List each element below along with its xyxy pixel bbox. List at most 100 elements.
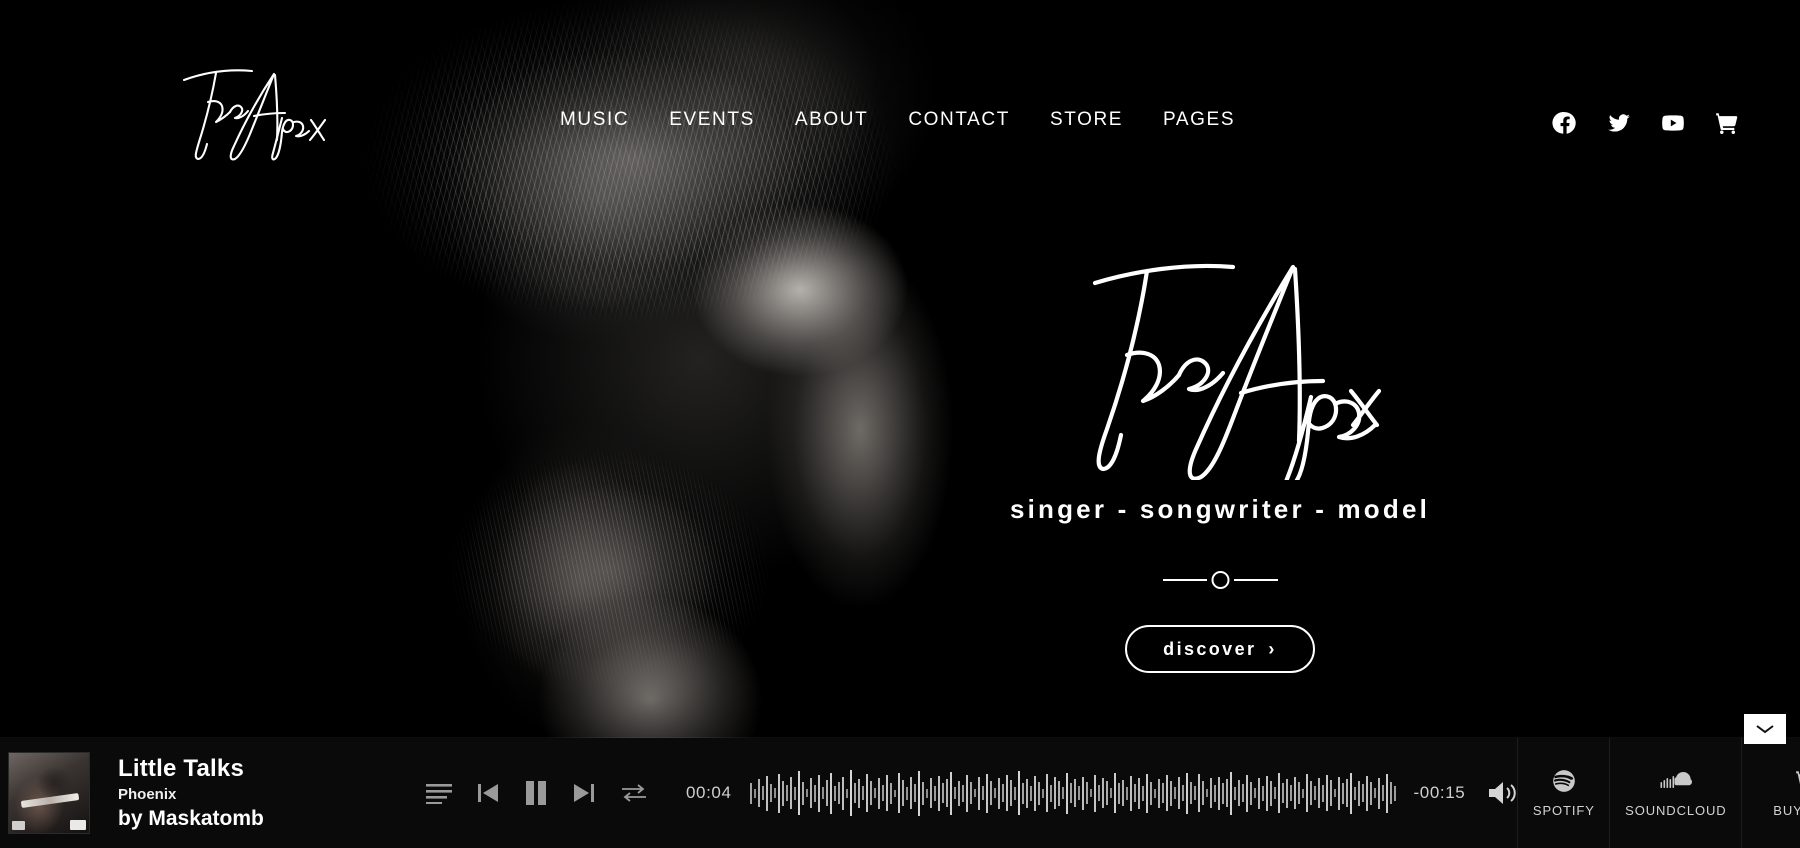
nav-item-store[interactable]: STORE bbox=[1050, 110, 1123, 129]
waveform-bar bbox=[1193, 786, 1196, 800]
hero-divider bbox=[1162, 571, 1278, 589]
waveform-bar bbox=[933, 785, 936, 801]
repeat-button[interactable] bbox=[620, 782, 648, 804]
nav-item-pages[interactable]: PAGES bbox=[1163, 110, 1235, 129]
waveform-bar bbox=[1065, 772, 1068, 814]
waveform-bar bbox=[1097, 785, 1100, 801]
waveform-bar bbox=[1121, 780, 1124, 806]
soundcloud-link[interactable]: SOUNDCLOUD bbox=[1609, 738, 1741, 848]
waveform-bar bbox=[1001, 784, 1004, 802]
site-header: MUSIC EVENTS ABOUT CONTACT STORE PAGES bbox=[0, 0, 1800, 190]
waveform-bar bbox=[925, 788, 928, 798]
waveform-bar bbox=[969, 782, 972, 804]
waveform-bar bbox=[1021, 782, 1024, 804]
waveform-bar bbox=[1233, 786, 1236, 800]
next-button[interactable] bbox=[572, 781, 596, 805]
main-navigation: MUSIC EVENTS ABOUT CONTACT STORE PAGES bbox=[560, 110, 1235, 129]
waveform-bar bbox=[1225, 779, 1228, 807]
waveform-bar bbox=[1069, 783, 1072, 803]
discover-button[interactable]: discover › bbox=[1125, 625, 1315, 673]
waveform-bar bbox=[1293, 777, 1296, 809]
nav-item-about[interactable]: ABOUT bbox=[795, 110, 868, 129]
spotify-link[interactable]: SPOTIFY bbox=[1517, 738, 1609, 848]
brand-logo[interactable] bbox=[172, 58, 332, 168]
waveform-bar bbox=[1309, 781, 1312, 805]
waveform-bar bbox=[1029, 785, 1032, 801]
waveform-bar bbox=[1209, 778, 1212, 808]
waveform-bar bbox=[1005, 775, 1008, 811]
collapse-player-button[interactable] bbox=[1744, 714, 1786, 744]
waveform-bar bbox=[797, 771, 800, 815]
waveform-bar bbox=[885, 775, 888, 811]
elapsed-time: 00:04 bbox=[686, 783, 732, 802]
hero-logo-signature bbox=[1092, 263, 1382, 480]
facebook-icon bbox=[1552, 112, 1576, 134]
waveform-bar bbox=[765, 775, 768, 811]
nav-item-events[interactable]: EVENTS bbox=[669, 110, 755, 129]
album-art-badge bbox=[12, 821, 25, 830]
twitter-icon bbox=[1608, 114, 1630, 132]
waveform-bar bbox=[973, 789, 976, 797]
waveform-bar bbox=[1165, 775, 1168, 811]
cart-link[interactable] bbox=[1714, 110, 1740, 136]
album-art[interactable] bbox=[8, 752, 90, 834]
volume-button[interactable] bbox=[1487, 780, 1517, 806]
waveform-bar bbox=[781, 780, 784, 806]
waveform-bar bbox=[1377, 777, 1380, 809]
waveform-bar bbox=[1345, 779, 1348, 807]
waveform-bar bbox=[1289, 785, 1292, 801]
hero-tagline: singer - songwriter - model bbox=[1009, 494, 1431, 524]
waveform-bar bbox=[941, 783, 944, 803]
waveform-bar bbox=[1173, 787, 1176, 799]
track-artist: by Maskatomb bbox=[118, 806, 264, 830]
waveform-bar bbox=[921, 781, 924, 805]
waveform-bar bbox=[1265, 775, 1268, 811]
waveform-bar bbox=[1037, 781, 1040, 805]
soundcloud-label: SOUNDCLOUD bbox=[1625, 803, 1727, 818]
waveform-bar bbox=[753, 788, 756, 798]
waveform-bar bbox=[1389, 782, 1392, 804]
waveform-bar bbox=[1221, 782, 1224, 804]
playlist-button[interactable] bbox=[426, 782, 452, 804]
nav-item-music[interactable]: MUSIC bbox=[560, 110, 629, 129]
cart-icon bbox=[1796, 771, 1800, 783]
buy-now-link[interactable]: BUY NOW bbox=[1741, 738, 1800, 848]
waveform-bar bbox=[1061, 787, 1064, 799]
waveform-bar bbox=[809, 778, 812, 808]
waveform-bar bbox=[1133, 784, 1136, 802]
waveform-bar bbox=[1329, 780, 1332, 806]
waveform-bar bbox=[821, 787, 824, 799]
waveform-bar bbox=[1285, 778, 1288, 808]
pause-button[interactable] bbox=[524, 780, 548, 806]
previous-button[interactable] bbox=[476, 781, 500, 805]
waveform-bar bbox=[1009, 780, 1012, 806]
waveform-bar bbox=[929, 778, 932, 808]
waveform-bar bbox=[1253, 788, 1256, 798]
waveform-bar bbox=[1189, 782, 1192, 804]
youtube-link[interactable] bbox=[1660, 110, 1686, 136]
waveform-bar bbox=[1025, 778, 1028, 808]
chevron-right-icon: › bbox=[1268, 638, 1277, 659]
waveform-bar bbox=[1297, 782, 1300, 804]
waveform-scrubber[interactable] bbox=[749, 767, 1398, 819]
waveform-bar bbox=[1105, 781, 1108, 805]
waveform-bar bbox=[1045, 774, 1048, 812]
track-info: Little Talks Phoenix by Maskatomb bbox=[118, 755, 388, 831]
waveform-bar bbox=[1213, 784, 1216, 802]
nav-item-contact[interactable]: CONTACT bbox=[908, 110, 1010, 129]
facebook-link[interactable] bbox=[1552, 110, 1578, 136]
waveform-bar bbox=[1277, 773, 1280, 813]
waveform-bar bbox=[817, 774, 820, 812]
waveform-bar bbox=[977, 776, 980, 810]
remaining-time: -00:15 bbox=[1413, 783, 1466, 802]
waveform-bar bbox=[1177, 777, 1180, 809]
brand-logo-signature bbox=[182, 69, 327, 161]
hero-section: singer - songwriter - model discover › bbox=[940, 245, 1500, 673]
waveform-bar bbox=[1049, 784, 1052, 802]
waveform-bar bbox=[825, 780, 828, 806]
waveform-bar bbox=[1013, 786, 1016, 800]
twitter-link[interactable] bbox=[1606, 110, 1632, 136]
waveform-bar bbox=[801, 781, 804, 805]
waveform-bar bbox=[981, 786, 984, 800]
waveform-bar bbox=[1201, 781, 1204, 805]
